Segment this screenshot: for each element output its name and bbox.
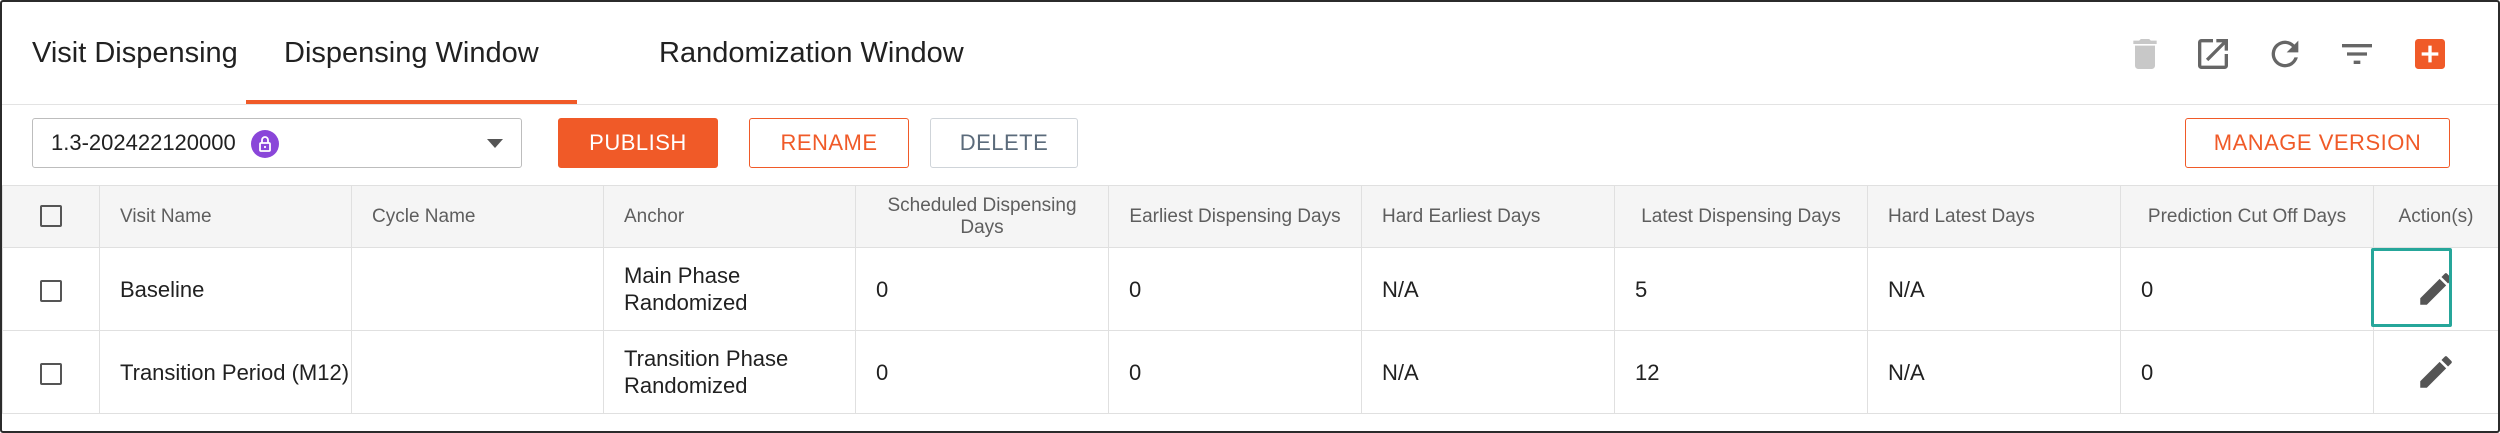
trash-icon[interactable] — [2125, 34, 2165, 74]
table-row: Baseline Main Phase Randomized 0 0 N/A 5… — [2, 247, 2498, 331]
cycle-name-cell — [351, 247, 604, 331]
hard-earliest-cell: N/A — [1361, 330, 1615, 414]
column-header[interactable]: Scheduled Dispensing Days — [855, 185, 1109, 248]
visit-name-cell: Baseline — [99, 247, 352, 331]
tab-bar: Visit Dispensing Dispensing Window Rando… — [2, 2, 2498, 105]
table-row: Transition Period (M12) Transition Phase… — [2, 330, 2498, 414]
tab-visit-dispensing[interactable]: Visit Dispensing — [32, 2, 238, 102]
select-all-cell — [2, 185, 100, 248]
earliest-days-cell: 0 — [1108, 247, 1362, 331]
manage-version-button[interactable]: MANAGE VERSION — [2185, 118, 2450, 168]
cycle-name-cell — [351, 330, 604, 414]
actions-cell — [2373, 330, 2498, 414]
select-all-checkbox[interactable] — [40, 205, 62, 228]
delete-button[interactable]: DELETE — [930, 118, 1078, 168]
hard-latest-cell: N/A — [1867, 247, 2121, 331]
column-header[interactable]: Latest Dispensing Days — [1614, 185, 1868, 248]
column-header[interactable]: Earliest Dispensing Days — [1108, 185, 1362, 248]
filter-icon[interactable] — [2337, 34, 2377, 74]
scheduled-days-cell: 0 — [855, 247, 1109, 331]
row-checkbox[interactable] — [40, 279, 62, 302]
lock-icon — [251, 130, 279, 158]
add-icon[interactable] — [2410, 34, 2450, 74]
hard-earliest-cell: N/A — [1361, 247, 1615, 331]
open-external-icon[interactable] — [2193, 34, 2233, 74]
prediction-cutoff-cell: 0 — [2120, 330, 2374, 414]
anchor-cell: Transition Phase Randomized — [603, 330, 856, 414]
hard-latest-cell: N/A — [1867, 330, 2121, 414]
column-header[interactable]: Prediction Cut Off Days — [2120, 185, 2374, 248]
column-header[interactable]: Visit Name — [99, 185, 352, 248]
version-select[interactable]: 1.3-202422120000 — [32, 118, 522, 168]
latest-days-cell: 12 — [1614, 330, 1868, 414]
dispensing-window-panel: Visit Dispensing Dispensing Window Rando… — [0, 0, 2500, 433]
scheduled-days-cell: 0 — [855, 330, 1109, 414]
row-checkbox[interactable] — [40, 362, 62, 385]
rename-button[interactable]: RENAME — [749, 118, 909, 168]
prediction-cutoff-cell: 0 — [2120, 247, 2374, 331]
column-header[interactable]: Anchor — [603, 185, 856, 248]
visit-name-cell: Transition Period (M12) — [99, 330, 352, 414]
dispensing-window-table: Visit Name Cycle Name Anchor Scheduled D… — [2, 185, 2498, 414]
table-header-row: Visit Name Cycle Name Anchor Scheduled D… — [2, 185, 2498, 248]
version-select-value: 1.3-202422120000 — [51, 130, 236, 155]
column-header[interactable]: Cycle Name — [351, 185, 604, 248]
column-header[interactable]: Hard Latest Days — [1867, 185, 2121, 248]
edit-icon[interactable] — [2415, 351, 2457, 393]
tab-dispensing-window[interactable]: Dispensing Window — [246, 2, 577, 104]
earliest-days-cell: 0 — [1108, 330, 1362, 414]
latest-days-cell: 5 — [1614, 247, 1868, 331]
column-header: Action(s) — [2373, 185, 2498, 248]
refresh-icon[interactable] — [2265, 34, 2305, 74]
row-select-cell — [2, 330, 100, 414]
tab-randomization-window[interactable]: Randomization Window — [659, 2, 964, 102]
anchor-cell: Main Phase Randomized — [603, 247, 856, 331]
chevron-down-icon — [487, 139, 503, 148]
column-header[interactable]: Hard Earliest Days — [1361, 185, 1615, 248]
row-select-cell — [2, 247, 100, 331]
publish-button[interactable]: PUBLISH — [558, 118, 718, 168]
edit-highlight-box — [2371, 248, 2452, 327]
